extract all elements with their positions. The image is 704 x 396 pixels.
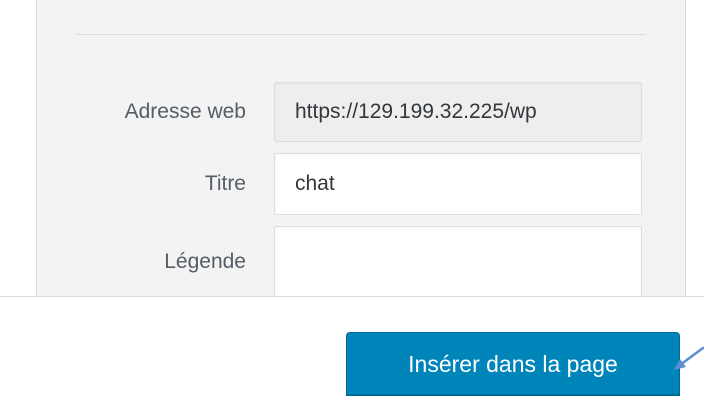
caption-field[interactable] [274, 226, 642, 306]
insert-into-page-button[interactable]: Insérer dans la page [346, 332, 680, 396]
section-divider [76, 34, 646, 35]
url-label: Adresse web [124, 100, 246, 123]
caption-label: Légende [164, 250, 246, 273]
url-field[interactable] [274, 82, 642, 142]
arrow-pointer-icon [674, 346, 704, 370]
title-label: Titre [204, 172, 246, 195]
title-field[interactable] [274, 153, 642, 215]
